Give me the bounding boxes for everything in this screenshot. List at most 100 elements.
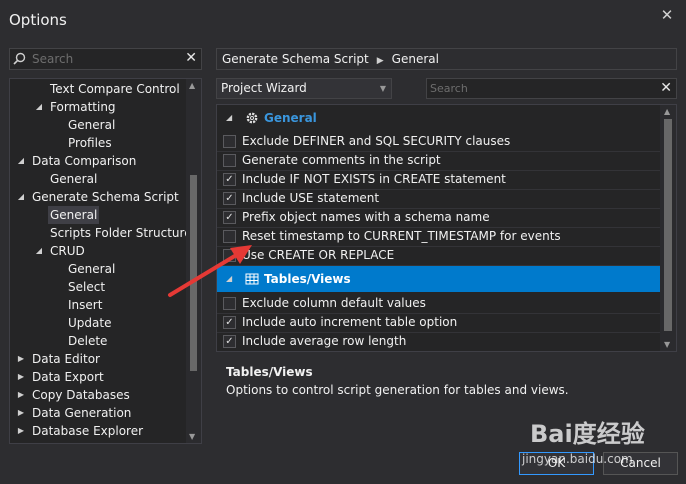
tree-item-label: Text Compare Control xyxy=(50,82,180,96)
tree-item[interactable]: General xyxy=(10,206,186,224)
description-title: Tables/Views xyxy=(226,365,313,379)
tree-item-label: Insert xyxy=(68,298,103,312)
option-row[interactable]: ✓ Include auto increment table option xyxy=(217,313,660,333)
tree-item-label: Database Explorer xyxy=(32,424,144,438)
group-label: General xyxy=(264,111,317,125)
tree-item[interactable]: Text Compare Control xyxy=(10,80,186,98)
option-label: Include IF NOT EXISTS in CREATE statemen… xyxy=(242,172,506,186)
group-header-tables-views[interactable]: ◢ Tables/Views xyxy=(217,266,660,292)
tree-item-label: Select xyxy=(68,280,106,294)
collapse-icon[interactable]: ◢ xyxy=(34,242,44,260)
option-row[interactable]: Exclude DEFINER and SQL SECURITY clauses xyxy=(217,132,660,152)
tree-item-label: Data Comparison xyxy=(32,154,137,168)
close-icon[interactable]: ✕ xyxy=(658,6,676,24)
option-row[interactable]: ✓ Prefix object names with a schema name xyxy=(217,208,660,228)
annotation-arrow-icon xyxy=(168,245,252,297)
expand-icon[interactable]: ▶ xyxy=(16,404,26,422)
option-row[interactable]: ✓ Include average row length xyxy=(217,332,660,351)
tree-item-label: General xyxy=(50,172,98,186)
option-label: Generate comments in the script xyxy=(242,153,441,167)
options-search-placeholder: Search xyxy=(430,82,468,95)
tree-item[interactable]: ▶ Data Editor xyxy=(10,350,186,368)
tree-item-label: Delete xyxy=(68,334,108,348)
tree-item[interactable]: ◢ Generate Schema Script xyxy=(10,188,186,206)
option-label: Include USE statement xyxy=(242,191,380,205)
option-row[interactable]: Reset timestamp to CURRENT_TIMESTAMP for… xyxy=(217,227,660,247)
scroll-up-icon[interactable]: ▲ xyxy=(189,81,195,90)
checkbox-checked[interactable]: ✓ xyxy=(223,211,236,224)
tree-item[interactable]: Profiles xyxy=(10,134,186,152)
option-row[interactable]: Exclude column default values xyxy=(217,294,660,314)
options-search-input[interactable]: Search ✕ xyxy=(426,78,677,99)
breadcrumb-item[interactable]: Generate Schema Script xyxy=(222,52,369,66)
tree-item[interactable]: ▶ Database Explorer xyxy=(10,422,186,440)
option-row[interactable]: Generate comments in the script xyxy=(217,151,660,171)
tree-item[interactable]: ◢ Data Comparison xyxy=(10,152,186,170)
scroll-down-icon[interactable]: ▼ xyxy=(664,340,670,349)
scroll-up-icon[interactable]: ▲ xyxy=(664,107,670,116)
option-row[interactable]: ✓ Include USE statement xyxy=(217,189,660,209)
option-row[interactable]: ✓ Include IF NOT EXISTS in CREATE stateme… xyxy=(217,170,660,190)
tree-item[interactable]: Update xyxy=(10,314,186,332)
window-title: Options xyxy=(9,11,67,29)
tree-item-label: Profiles xyxy=(68,136,112,150)
option-row[interactable]: Use CREATE OR REPLACE xyxy=(217,246,660,266)
scroll-down-icon[interactable]: ▼ xyxy=(189,432,195,441)
tree-item-label: CRUD xyxy=(50,244,85,258)
tree-item-label: Data Export xyxy=(32,370,104,384)
collapse-icon[interactable]: ◢ xyxy=(16,188,26,206)
tree-item-label: Generate Schema Script xyxy=(32,190,179,204)
clear-search-icon[interactable]: ✕ xyxy=(660,79,672,98)
tree-item[interactable]: Delete xyxy=(10,332,186,350)
expand-icon[interactable]: ▶ xyxy=(16,368,26,386)
watermark-brand: Bai度经验 xyxy=(530,420,645,448)
group-header-general[interactable]: ◢ General xyxy=(217,105,660,131)
tree-item[interactable]: ◢ Formatting xyxy=(10,98,186,116)
tree-item-label: Update xyxy=(68,316,112,330)
chevron-right-icon: ▶ xyxy=(376,56,384,66)
gear-icon xyxy=(246,112,258,124)
tree-item[interactable]: General xyxy=(10,170,186,188)
expand-icon[interactable]: ▶ xyxy=(16,350,26,368)
dropdown-value: Project Wizard xyxy=(221,81,307,95)
watermark-logo: Bai度经验 jingyan.baidu.com xyxy=(522,410,680,470)
collapse-icon[interactable]: ◢ xyxy=(16,152,26,170)
clear-search-icon[interactable]: ✕ xyxy=(185,50,197,66)
breadcrumb: Generate Schema Script ▶ General xyxy=(216,48,677,70)
description-text: Options to control script generation for… xyxy=(226,383,569,397)
option-label: Include average row length xyxy=(242,334,407,348)
option-label: Exclude DEFINER and SQL SECURITY clauses xyxy=(242,134,511,148)
watermark-url: jingyan.baidu.com xyxy=(522,452,633,466)
tree-item-label: Data Editor xyxy=(32,352,100,366)
collapse-icon[interactable]: ◢ xyxy=(226,105,232,131)
tree-item[interactable]: ▶ Data Export xyxy=(10,368,186,386)
search-icon xyxy=(13,52,26,65)
group-label: Tables/Views xyxy=(264,272,351,286)
checkbox-unchecked[interactable] xyxy=(223,154,236,167)
checkbox-checked[interactable]: ✓ xyxy=(223,335,236,348)
checkbox-checked[interactable]: ✓ xyxy=(223,173,236,186)
grid-scroll-thumb[interactable] xyxy=(664,119,672,331)
option-label: Prefix object names with a schema name xyxy=(242,210,490,224)
tree-item-label: Formatting xyxy=(50,100,116,114)
expand-icon[interactable]: ▶ xyxy=(16,422,26,440)
grid-scrollbar[interactable]: ▲ ▼ xyxy=(660,105,676,351)
tree-item-label: General xyxy=(48,206,100,224)
options-grid: ◢ General ◢ Tables/Views ▲ ▼ Exclude DEF… xyxy=(216,104,677,352)
option-label: Use CREATE OR REPLACE xyxy=(242,248,395,262)
tree-item[interactable]: ▶ Copy Databases xyxy=(10,386,186,404)
tree-item-label: Data Generation xyxy=(32,406,132,420)
checkbox-checked[interactable]: ✓ xyxy=(223,192,236,205)
checkbox-checked[interactable]: ✓ xyxy=(223,316,236,329)
profile-dropdown[interactable]: Project Wizard ▼ xyxy=(216,78,392,99)
tree-item-label: Copy Databases xyxy=(32,388,130,402)
expand-icon[interactable]: ▶ xyxy=(16,386,26,404)
checkbox-unchecked[interactable] xyxy=(223,135,236,148)
tree-search-input[interactable]: Search ✕ xyxy=(9,48,202,70)
tree-item[interactable]: General xyxy=(10,116,186,134)
collapse-icon[interactable]: ◢ xyxy=(34,98,44,116)
tree-item-label: General xyxy=(68,262,116,276)
tree-item[interactable]: ▶ Data Generation xyxy=(10,404,186,422)
tree-item-label: General xyxy=(68,118,116,132)
chevron-down-icon: ▼ xyxy=(379,84,386,93)
